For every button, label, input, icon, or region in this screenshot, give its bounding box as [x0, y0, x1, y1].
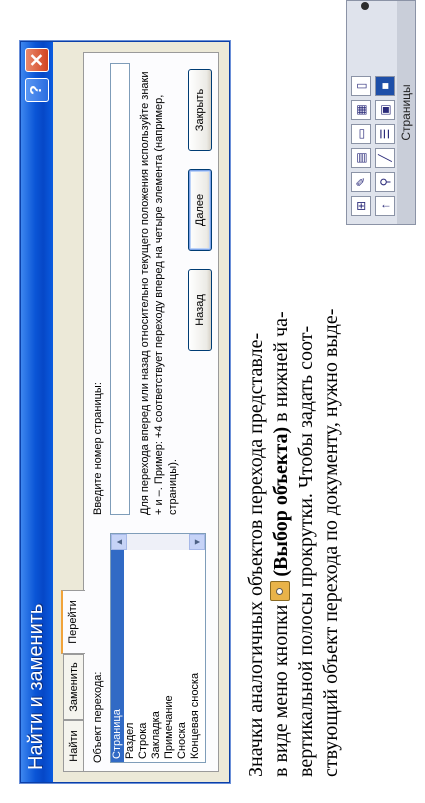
- dialog-title: Найти и заменить: [25, 603, 47, 770]
- find-replace-dialog: Найти и заменить ? ✕ Найти Заменить Пере…: [20, 41, 230, 783]
- tab-find[interactable]: Найти: [63, 720, 83, 772]
- object-label: Объект перехода:: [92, 671, 104, 763]
- prev-button[interactable]: Назад: [188, 269, 212, 351]
- endnote-icon[interactable]: ▭: [351, 124, 371, 144]
- hint-text: Для перехода вперед или назад относитель…: [139, 71, 179, 515]
- comment-icon[interactable]: ▤: [351, 148, 371, 168]
- list-scrollbar[interactable]: ▲ ▼: [111, 534, 205, 550]
- page-input-label: Введите номер страницы:: [92, 382, 104, 515]
- body-text-area: Значки аналогичных объектов перехода пре…: [244, 0, 344, 803]
- select-object-term: (Выбор объекта): [270, 426, 292, 577]
- goto-panel: Объект перехода: Страница Раздел Строка …: [83, 52, 219, 772]
- select-object-dot-icon[interactable]: [361, 2, 369, 10]
- goto-icon[interactable]: ■: [375, 76, 395, 96]
- list-item-footnote[interactable]: Сноска: [176, 534, 189, 762]
- title-bar[interactable]: Найти и заменить ? ✕: [21, 42, 53, 782]
- close-button[interactable]: Закрыть: [188, 69, 212, 151]
- section-icon[interactable]: ▦: [351, 100, 371, 120]
- text-line-2-end: в нижней ча-: [270, 311, 292, 422]
- browse-object-palette: ⊞ ✎ ▤ ▭ ▦ ▯ ↑ ⚲ ╱ ☰ ▣ ■ Страницы: [346, 0, 416, 225]
- tab-replace[interactable]: Заменить: [63, 654, 83, 720]
- dialog-area: Найти и заменить ? ✕ Найти Заменить Пере…: [0, 0, 240, 803]
- palette-area: ⊞ ✎ ▤ ▭ ▦ ▯ ↑ ⚲ ╱ ☰ ▣ ■ Страницы: [346, 0, 425, 803]
- help-button[interactable]: ?: [25, 78, 49, 102]
- list-item-endnote[interactable]: Концевая сноска: [189, 534, 202, 762]
- text-line-3: вертикальной полосы прокрутки. Чтобы зад…: [295, 325, 317, 777]
- close-icon[interactable]: ✕: [25, 48, 49, 72]
- list-item-bookmark[interactable]: Закладка: [150, 534, 163, 762]
- arrow-up-icon[interactable]: ↑: [375, 196, 395, 216]
- page: Найти и заменить ? ✕ Найти Заменить Пере…: [0, 0, 425, 803]
- find-icon[interactable]: ⚲: [375, 172, 395, 192]
- next-button[interactable]: Далее: [188, 169, 212, 251]
- text-line-2: в виде меню кнопки (Выбор объекта) в нижн…: [269, 0, 294, 777]
- select-object-icon: [270, 580, 290, 601]
- body-text: Значки аналогичных объектов перехода пре…: [244, 0, 344, 803]
- text-line-4: ствующий объект перехода по документу, н…: [320, 308, 342, 777]
- text-line-1: Значки аналогичных объектов перехода пре…: [245, 332, 267, 777]
- list-item-line[interactable]: Строка: [137, 534, 150, 762]
- field-icon[interactable]: ⊞: [351, 196, 371, 216]
- scroll-up-icon[interactable]: ▲: [111, 534, 127, 550]
- edit-icon[interactable]: ✎: [351, 172, 371, 192]
- object-list[interactable]: Страница Раздел Строка Закладка Примечан…: [110, 533, 206, 763]
- list-item-page[interactable]: Страница: [111, 534, 124, 762]
- palette-caption: Страницы: [397, 1, 415, 224]
- scroll-down-icon[interactable]: ▼: [189, 534, 205, 550]
- graphic-icon[interactable]: ▣: [375, 100, 395, 120]
- heading-icon[interactable]: ☰: [375, 124, 395, 144]
- list-item-comment[interactable]: Примечание: [163, 534, 176, 762]
- page-icon[interactable]: ▯: [351, 76, 371, 96]
- list-item-section[interactable]: Раздел: [124, 534, 137, 762]
- text-line-2-start: в виде меню кнопки: [270, 604, 292, 777]
- pen-icon[interactable]: ╱: [375, 148, 395, 168]
- page-number-input[interactable]: [110, 63, 130, 515]
- tab-goto[interactable]: Перейти: [61, 590, 85, 654]
